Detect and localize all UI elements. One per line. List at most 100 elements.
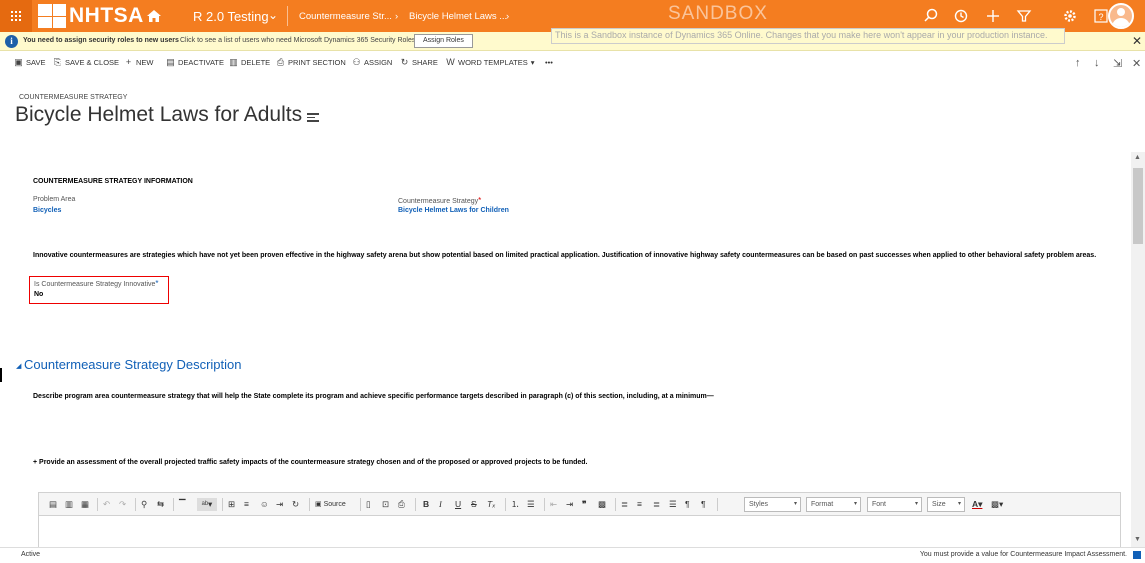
undo-icon[interactable]: ↶: [103, 498, 110, 511]
page-break-icon[interactable]: ⇥: [276, 498, 283, 511]
collapse-section-icon[interactable]: ◢: [16, 362, 21, 370]
deactivate-button[interactable]: ▤ Deactivate: [166, 57, 224, 68]
save-close-button[interactable]: ⎘ Save & Close: [53, 58, 119, 68]
word-templates-label: Word Templates: [458, 58, 528, 67]
align-left-icon[interactable]: ≣: [621, 498, 628, 511]
scroll-down-icon[interactable]: ▼: [1134, 536, 1141, 543]
redo-icon[interactable]: ↷: [119, 498, 126, 511]
strategy-value[interactable]: Bicycle Helmet Laws for Children: [398, 207, 509, 214]
validation-message: You must provide a value for Countermeas…: [919, 551, 1127, 558]
section-title-info: COUNTERMEASURE STRATEGY INFORMATION: [33, 178, 193, 185]
filter-icon[interactable]: [1015, 7, 1033, 25]
close-notification-icon[interactable]: ✕: [1132, 34, 1142, 48]
print-section-button[interactable]: ⎙ Print Section: [276, 57, 346, 68]
assign-roles-button[interactable]: Assign Roles: [414, 34, 473, 48]
background-color-icon[interactable]: ▩▾: [991, 498, 1003, 511]
divider: [360, 498, 361, 511]
italic-icon[interactable]: I: [439, 498, 442, 511]
format-label: Format: [811, 501, 834, 508]
gear-icon[interactable]: [1061, 7, 1079, 25]
font-label: Font: [872, 501, 887, 508]
paste-icon[interactable]: ▦: [81, 498, 89, 511]
save-button[interactable]: ▣ Save: [14, 58, 45, 68]
deactivate-icon: ▤: [166, 57, 175, 67]
format-icon[interactable]: ▔: [179, 498, 186, 511]
breadcrumb-entity[interactable]: Countermeasure Str...: [299, 11, 392, 22]
new-button[interactable]: + New: [124, 58, 154, 68]
innovative-field[interactable]: Is Countermeasure Strategy Innovative* N…: [29, 276, 169, 304]
blockquote-icon[interactable]: ❞: [582, 498, 587, 511]
close-record-icon[interactable]: ✕: [1132, 57, 1141, 70]
replace-icon[interactable]: ⇆: [157, 498, 164, 511]
text-color-icon[interactable]: A▾: [972, 498, 982, 511]
print-icon[interactable]: ⎙: [398, 498, 405, 511]
refresh-icon[interactable]: ↻: [292, 498, 299, 511]
breadcrumb-chevron-icon[interactable]: ›: [506, 11, 509, 22]
chevron-down-icon: ▾: [853, 501, 857, 507]
plus-icon[interactable]: [984, 7, 1002, 25]
search-icon[interactable]: [922, 7, 940, 25]
horizontal-line-icon[interactable]: ≡: [244, 498, 249, 511]
logo-text: NHTSA: [69, 4, 144, 27]
printer-icon: ⎙: [276, 57, 285, 67]
format-select[interactable]: Format ▾: [806, 497, 861, 512]
find-icon[interactable]: ⚲: [141, 498, 147, 511]
new-page-icon[interactable]: ▯: [366, 498, 371, 511]
app-switcher-chevron-icon[interactable]: ⌄: [268, 8, 278, 22]
info-icon: i: [5, 35, 18, 48]
breadcrumb-record[interactable]: Bicycle Helmet Laws ...: [409, 11, 507, 22]
user-avatar[interactable]: [1108, 3, 1134, 29]
div-container-icon[interactable]: ▩: [598, 498, 606, 511]
size-select[interactable]: Size ▾: [927, 497, 965, 512]
assign-button[interactable]: ⚇ Assign: [352, 57, 392, 68]
problem-area-value[interactable]: Bicycles: [33, 207, 61, 214]
section-title-description[interactable]: Countermeasure Strategy Description: [24, 357, 242, 372]
previous-record-icon[interactable]: ↑: [1075, 57, 1081, 69]
table-icon[interactable]: ⊞: [228, 498, 235, 511]
more-commands-button[interactable]: •••: [545, 58, 553, 67]
spellcheck-icon[interactable]: ᵃᵇ▾: [197, 498, 217, 511]
scroll-thumb[interactable]: [1133, 168, 1143, 244]
home-icon[interactable]: [146, 8, 162, 24]
bold-icon[interactable]: B: [423, 498, 429, 511]
scroll-up-icon[interactable]: ▲: [1134, 154, 1141, 161]
form-selector-icon[interactable]: [307, 113, 319, 123]
copy-icon[interactable]: ▥: [65, 498, 73, 511]
recommended-marker-icon: *: [155, 279, 159, 288]
delete-button[interactable]: ▥ Delete: [229, 58, 270, 68]
outdent-icon[interactable]: ⇤: [550, 498, 557, 511]
expand-icon[interactable]: ⇲: [1113, 57, 1122, 70]
save-icon[interactable]: [1133, 551, 1141, 559]
styles-select[interactable]: Styles ▾: [744, 497, 801, 512]
cut-icon[interactable]: ▤: [49, 498, 57, 511]
app-launcher-button[interactable]: [0, 0, 32, 32]
remove-format-icon[interactable]: Tₓ: [487, 498, 495, 511]
underline-icon[interactable]: U: [455, 498, 461, 511]
numbered-list-icon[interactable]: ⒈: [511, 498, 520, 511]
assign-users-icon: ⚇: [352, 57, 361, 67]
strikethrough-icon[interactable]: S: [471, 498, 477, 511]
ltr-icon[interactable]: ¶: [685, 498, 690, 511]
align-center-icon[interactable]: ≡: [637, 498, 642, 511]
impact-assessment-editor[interactable]: ▤ ▥ ▦ ↶ ↷ ⚲ ⇆ ▔ ᵃᵇ▾ ⊞ ≡ ☺ ⇥ ↻ ▣ Source ▯…: [38, 492, 1121, 547]
indent-icon[interactable]: ⇥: [566, 498, 573, 511]
font-select[interactable]: Font ▾: [867, 497, 922, 512]
form-scrollbar[interactable]: ▲ ▼: [1131, 152, 1145, 547]
next-record-icon[interactable]: ↓: [1094, 57, 1100, 69]
status-bar: Active You must provide a value for Coun…: [0, 547, 1145, 563]
word-templates-button[interactable]: W Word Templates ▾: [446, 58, 534, 68]
share-button[interactable]: ↻ Share: [400, 58, 438, 68]
source-button[interactable]: ▣ Source: [315, 498, 346, 511]
bullet-list-icon[interactable]: ☰: [527, 498, 535, 511]
innovative-value[interactable]: No: [34, 291, 43, 298]
rtl-icon[interactable]: ¶: [701, 498, 706, 511]
smiley-icon[interactable]: ☺: [260, 498, 269, 511]
app-name-button[interactable]: R 2.0 Testing: [193, 9, 269, 24]
history-icon[interactable]: [952, 7, 970, 25]
assessment-instruction: + Provide an assessment of the overall p…: [33, 459, 588, 466]
strategy-field-label: Countermeasure Strategy*: [398, 196, 481, 205]
preview-icon[interactable]: ⊡: [382, 498, 389, 511]
align-right-icon[interactable]: ≣: [653, 498, 660, 511]
justify-icon[interactable]: ☰: [669, 498, 677, 511]
record-status: Active: [21, 551, 41, 558]
